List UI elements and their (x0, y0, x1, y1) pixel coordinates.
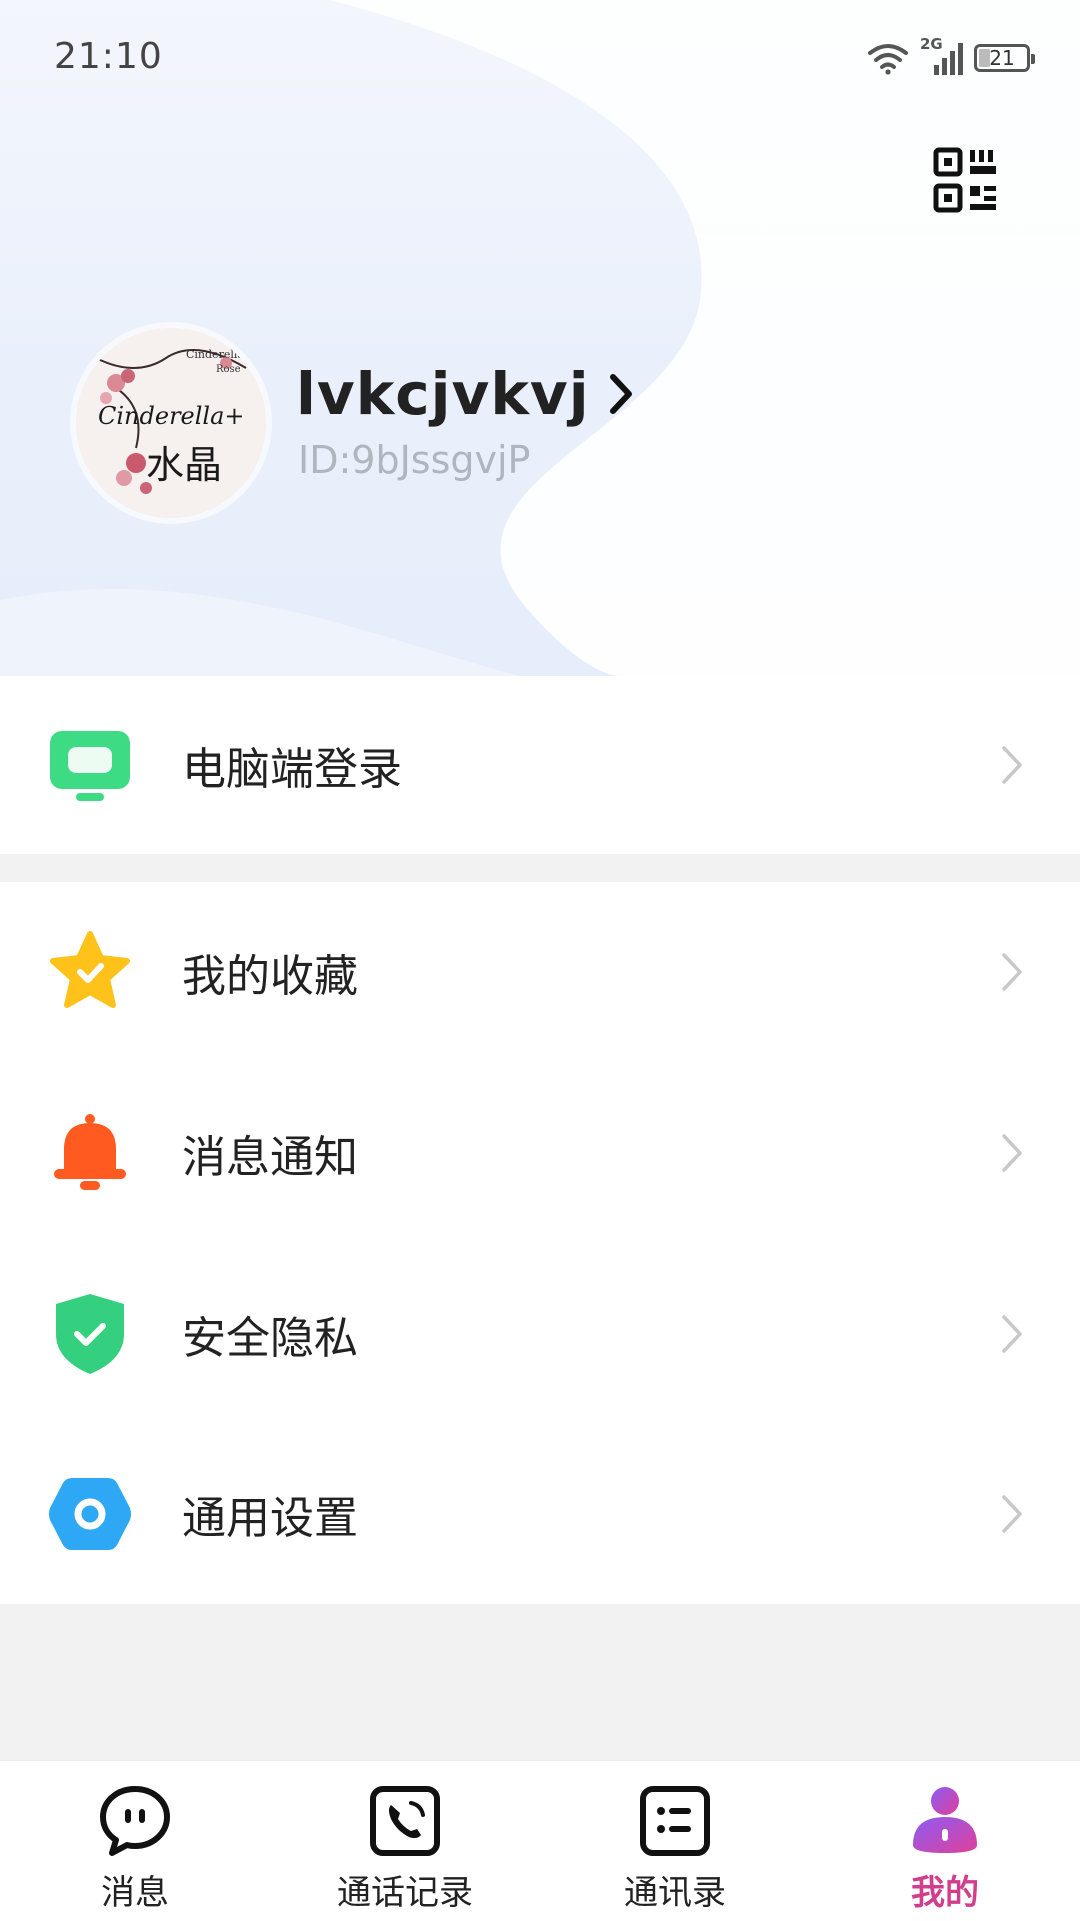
chevron-right-icon (1002, 746, 1022, 784)
tab-label-me: 我的 (911, 1873, 979, 1913)
chevron-right-icon (1002, 1133, 1022, 1172)
settings-icon (48, 1472, 132, 1556)
menu-item-pc-login[interactable]: 电脑端登录 (0, 676, 1080, 854)
bottom-tab-bar: 消息 通话记录 通讯录 我的 (0, 1760, 1080, 1921)
profile-header: 21:10 2G 21 Cinderella Rose Cinderella+ … (0, 0, 1080, 676)
profile-name-row[interactable]: lvkcjvkvj (296, 360, 634, 428)
tab-messages[interactable]: 消息 (0, 1761, 270, 1921)
battery-fill (979, 49, 990, 67)
menu-item-security-privacy[interactable]: 安全隐私 (0, 1243, 1080, 1424)
tab-call-history[interactable]: 通话记录 (270, 1761, 540, 1921)
qr-code-icon (933, 147, 996, 213)
chevron-right-icon (1002, 953, 1022, 991)
avatar-image: Cinderella Rose Cinderella+ 水晶 (76, 328, 266, 518)
menu-label-general-settings: 通用设置 (182, 1493, 358, 1544)
chat-icon (97, 1783, 173, 1859)
status-bar: 21:10 2G 21 (0, 0, 1080, 120)
avatar-cjk: 水晶 (146, 443, 222, 487)
battery-level-text: 21 (989, 46, 1015, 70)
wifi-icon (868, 44, 908, 75)
menu-label-pc-login: 电脑端登录 (182, 744, 402, 795)
status-icons: 2G 21 (866, 35, 1035, 78)
menu-group-pc: 电脑端登录 (0, 676, 1080, 854)
menu-group-main: 我的收藏 消息通知 安全隐私 通用设置 (0, 882, 1080, 1604)
monitor-icon (48, 723, 132, 807)
qr-code-button[interactable] (932, 146, 1000, 214)
profile-name: lvkcjvkvj (296, 360, 590, 428)
menu-item-notifications[interactable]: 消息通知 (0, 1062, 1080, 1243)
tab-contacts[interactable]: 通讯录 (540, 1761, 810, 1921)
profile-id: ID:9bJssgvjP (298, 438, 531, 482)
tab-me[interactable]: 我的 (810, 1761, 1080, 1921)
menu-item-general-settings[interactable]: 通用设置 (0, 1424, 1080, 1604)
chevron-right-icon (1002, 1495, 1022, 1533)
person-icon (907, 1783, 983, 1859)
chevron-right-icon (609, 374, 632, 414)
status-time: 21:10 (54, 36, 163, 77)
tab-label-messages: 消息 (101, 1873, 169, 1913)
tab-label-call-history: 通话记录 (337, 1873, 473, 1913)
contacts-icon (637, 1783, 713, 1859)
chevron-right-icon (1002, 1314, 1022, 1353)
avatar-script: Cinderella+ (98, 402, 245, 430)
menu-label-notifications: 消息通知 (182, 1131, 358, 1183)
menu-label-favorites: 我的收藏 (182, 951, 358, 1002)
avatar[interactable]: Cinderella Rose Cinderella+ 水晶 (76, 328, 266, 518)
battery-icon: 21 (974, 44, 1035, 72)
star-icon (48, 930, 132, 1014)
phone-icon (367, 1783, 443, 1859)
tab-label-contacts: 通讯录 (624, 1873, 726, 1913)
menu-label-security-privacy: 安全隐私 (182, 1312, 358, 1364)
bell-icon (48, 1111, 132, 1195)
avatar-text-line2: Rose (216, 364, 241, 375)
cellular-signal-icon: 2G (920, 35, 964, 77)
shield-icon (48, 1292, 132, 1376)
menu-item-favorites[interactable]: 我的收藏 (0, 882, 1080, 1062)
